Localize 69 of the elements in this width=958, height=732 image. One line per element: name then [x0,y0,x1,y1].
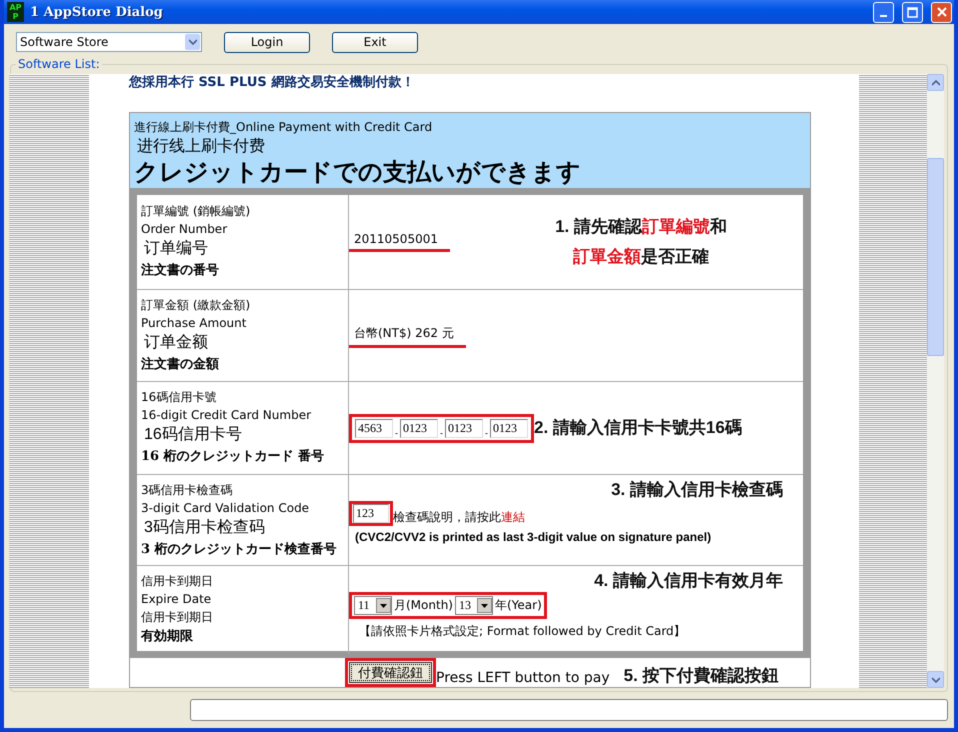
note-text: 【請依照卡片格式設定; Format followed by Credit Card】 [359,623,687,640]
field-label: 订单编号 [143,238,209,259]
field-label: 16-digit Credit Card Number [141,407,312,424]
minimize-button[interactable] [873,2,894,22]
unit-text: 月(Month) [394,597,453,614]
field-label: 有効期限 [141,628,194,646]
maximize-icon [907,6,918,18]
field-label: 訂單金額 (繳款金額) [141,297,252,314]
field-label: Expire Date [141,591,212,608]
cvc-field[interactable]: 123 [353,504,389,523]
minimize-icon [880,14,887,16]
store-select[interactable]: Software Store [16,32,202,52]
toolbar-button[interactable]: Exit [332,32,418,52]
notice-text: 您採用本行 SSL PLUS 網路交易安全機制付款！ [129,76,416,90]
scroll-thumb[interactable] [927,158,944,356]
app-icon: APP [7,2,24,22]
field-label: 16碼信用卡號 [141,389,218,406]
header-text: 進行線上刷卡付費_Online Payment with Credit Card [134,119,434,136]
instruction-text: 4. 請輸入信用卡有效月年 [594,570,783,592]
instruction-text: 1. 請先確認訂單編號和 訂單金額是否正確 [555,216,727,268]
field-label: 信用卡到期日 [141,609,214,626]
caret-down-icon [932,676,940,682]
card-number-field[interactable]: 4563 [355,418,393,438]
card-number-field[interactable]: 0123 [445,418,483,438]
field-label: 注文書の金額 [141,356,220,374]
field-label: 信用卡到期日 [141,573,214,590]
separator-text: - [395,428,398,438]
note-text: (CVC2/CVV2 is printed as last 3-digit value on signature panel) [355,530,712,544]
caret-icon [480,604,488,608]
month-select[interactable]: 11 [354,596,392,615]
caret-up-icon [932,80,940,86]
help-text: 檢查碼說明，請按此 [393,509,501,526]
field-label: 3码信用卡检查码 [143,518,266,538]
field-label: 3碼信用卡檢查碼 [141,482,234,499]
scroll-up-button[interactable] [927,74,944,91]
value-text: 台幣(NT$) 262 元 [349,324,466,348]
field-label: 注文書の番号 [141,262,220,280]
window-title: 1 AppStore Dialog [30,4,164,20]
field-label: 16码信用卡号 [143,424,243,445]
card-number-field[interactable]: 0123 [490,418,528,438]
scroll-down-button[interactable] [927,671,944,688]
field-label: Order Number [141,221,228,238]
separator-text: - [440,428,443,438]
header-text: クレジットカードでの支払いができます [134,158,582,186]
pay-note: Press LEFT button to pay [436,670,610,687]
separator-text: - [485,428,488,438]
maximize-button[interactable] [902,2,923,22]
toolbar-button[interactable]: Login [224,32,310,52]
close-icon [936,7,946,17]
value-text: 20110505001 [349,232,450,252]
instruction-text: 5. 按下付費確認按鈕 [624,665,779,687]
close-button[interactable] [931,2,952,22]
instruction-text: 3. 請輸入信用卡檢查碼 [611,479,783,501]
unit-text: 年(Year) [494,597,542,614]
group-label: Software List: [16,57,102,71]
instruction-text: 2. 請輸入信用卡卡號共16碼 [534,417,742,439]
year-select[interactable]: 13 [454,596,493,615]
pay-button[interactable]: 付費確認鈕 [349,662,432,683]
field-label: 3-digit Card Validation Code [141,500,310,517]
help-link[interactable]: 連結 [501,509,525,526]
header-text: 进行线上刷卡付费 [136,136,266,157]
field-label: Purchase Amount [141,315,248,332]
field-label: 订单金额 [143,332,209,353]
card-number-field[interactable]: 0123 [400,418,438,438]
caret-icon [380,604,387,608]
field-label: 訂單編號 (銷帳編號) [141,203,252,220]
field-label: 16 桁のクレジットカード 番号 [141,448,326,466]
field-label: 3 桁のクレジットカード検查番号 [141,541,338,559]
caret-icon [188,39,196,45]
